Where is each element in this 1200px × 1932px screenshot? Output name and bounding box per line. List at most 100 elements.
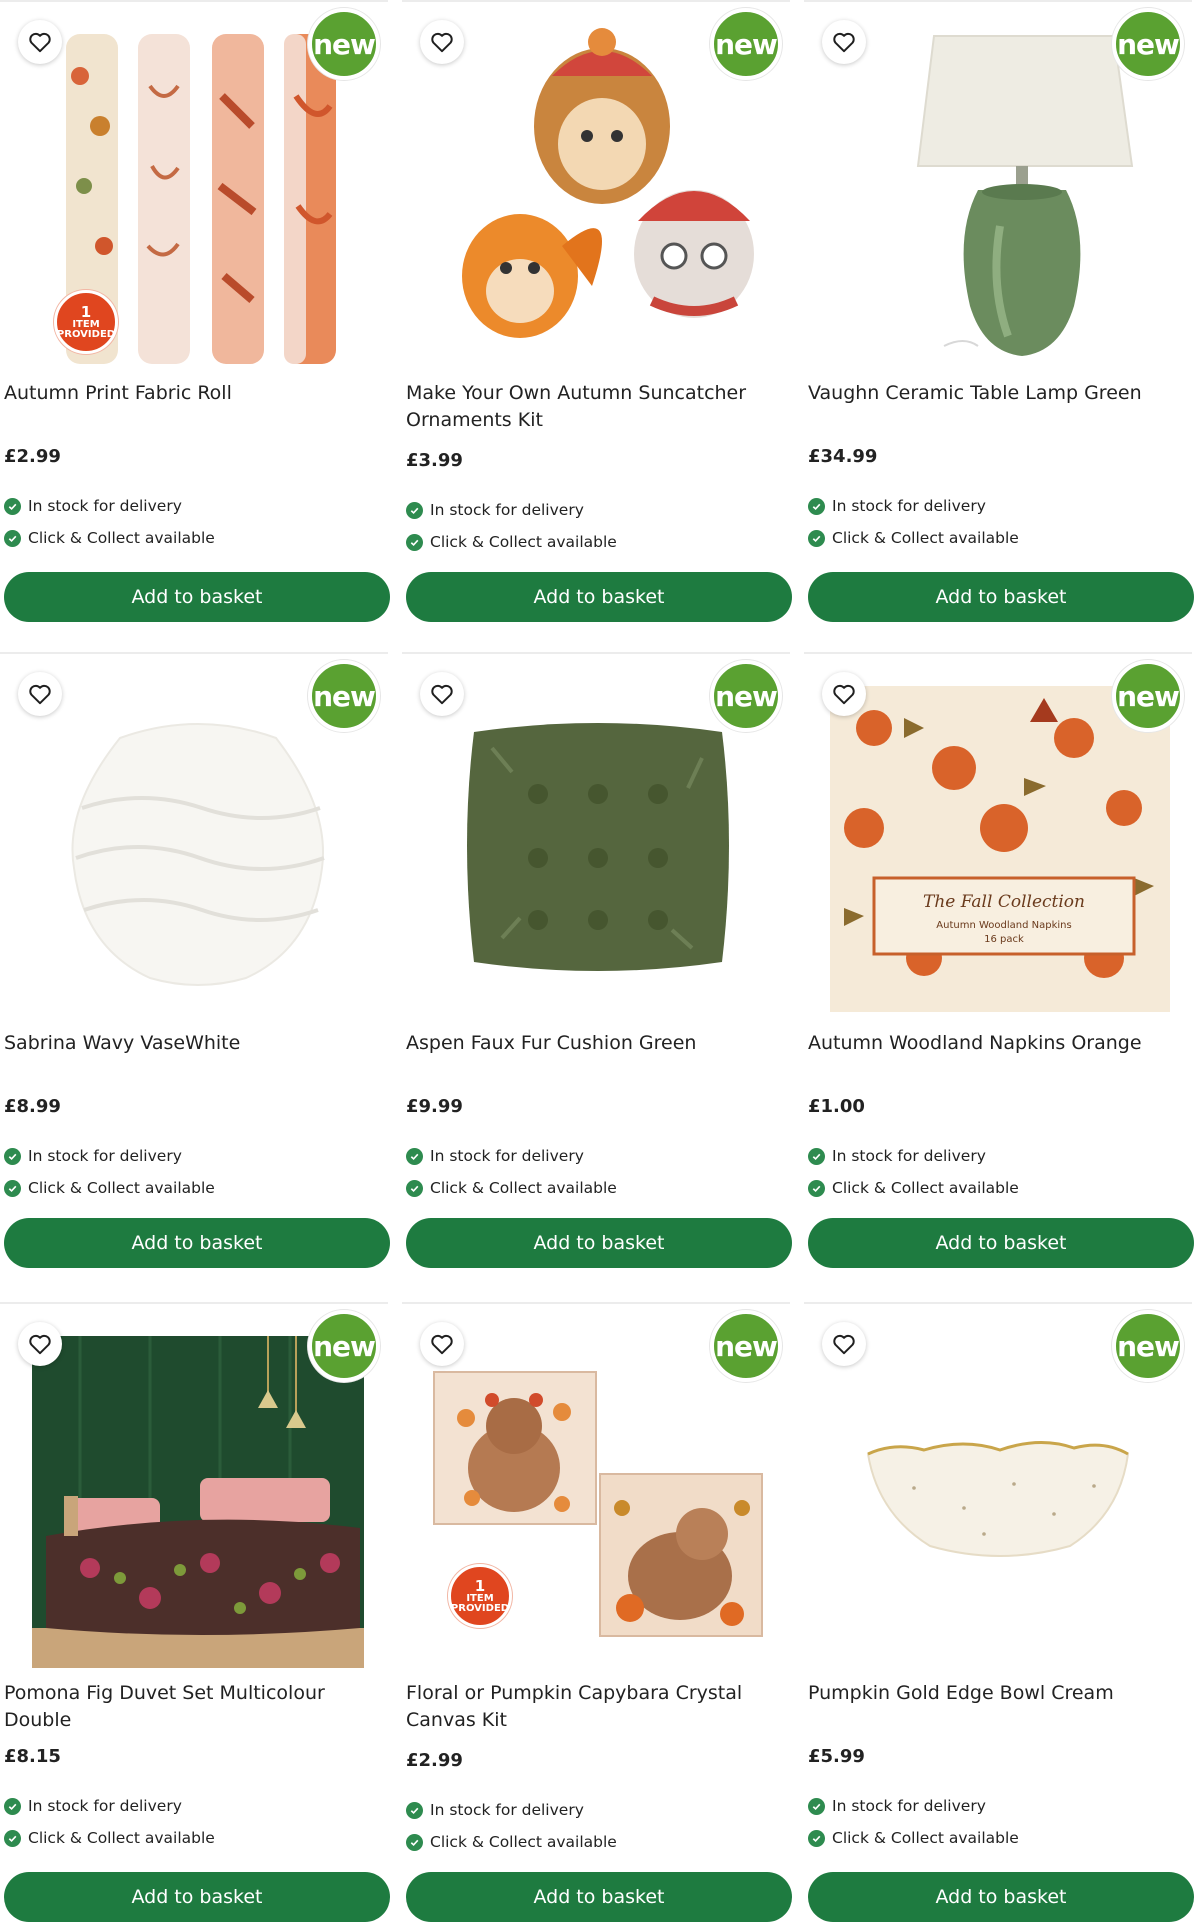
new-badge: new bbox=[308, 1310, 380, 1382]
add-to-basket-button[interactable]: Add to basket bbox=[406, 1218, 792, 1268]
add-to-basket-button[interactable]: Add to basket bbox=[808, 572, 1194, 622]
click-collect: Click & Collect available bbox=[406, 1833, 617, 1851]
add-to-basket-button[interactable]: Add to basket bbox=[808, 1218, 1194, 1268]
check-icon bbox=[4, 1179, 21, 1197]
wishlist-heart-icon[interactable] bbox=[420, 20, 464, 64]
product-name[interactable]: Aspen Faux Fur Cushion Green bbox=[406, 1030, 788, 1057]
check-icon bbox=[4, 1147, 21, 1165]
stock-delivery: In stock for delivery bbox=[406, 501, 584, 519]
product-name[interactable]: Make Your Own Autumn Suncatcher Ornament… bbox=[406, 380, 788, 434]
divider bbox=[804, 652, 1192, 654]
check-icon bbox=[406, 1801, 423, 1819]
check-icon bbox=[406, 1833, 423, 1851]
product-price: £9.99 bbox=[406, 1096, 463, 1117]
divider bbox=[0, 0, 388, 2]
check-icon bbox=[406, 1179, 423, 1197]
new-badge: new bbox=[308, 8, 380, 80]
add-to-basket-button[interactable]: Add to basket bbox=[406, 1872, 792, 1922]
check-icon bbox=[808, 497, 825, 515]
click-collect: Click & Collect available bbox=[406, 533, 617, 551]
stock-delivery: In stock for delivery bbox=[808, 1147, 986, 1165]
stock-delivery: In stock for delivery bbox=[4, 497, 182, 515]
product-card: 1 ITEM PROVIDED new Floral or Pumpkin Ca… bbox=[402, 1302, 792, 1932]
product-card: new Pomona Fig Duvet Set Multicolour Dou… bbox=[0, 1302, 390, 1932]
product-name[interactable]: Pumpkin Gold Edge Bowl Cream bbox=[808, 1680, 1190, 1707]
check-icon bbox=[808, 1797, 825, 1815]
product-price: £8.99 bbox=[4, 1096, 61, 1117]
divider bbox=[402, 1302, 790, 1304]
new-badge: new bbox=[710, 660, 782, 732]
product-name[interactable]: Sabrina Wavy VaseWhite bbox=[4, 1030, 386, 1057]
stock-delivery: In stock for delivery bbox=[808, 1797, 986, 1815]
product-card: The Fall Collection Autumn Woodland Napk… bbox=[804, 652, 1194, 1292]
check-icon bbox=[4, 497, 21, 515]
product-card: new Pumpkin Gold Edge Bowl Cream £5.99 I… bbox=[804, 1302, 1194, 1932]
divider bbox=[0, 652, 388, 654]
new-badge: new bbox=[710, 8, 782, 80]
divider bbox=[402, 0, 790, 2]
product-price: £2.99 bbox=[406, 1750, 463, 1771]
product-price: £1.00 bbox=[808, 1096, 865, 1117]
click-collect: Click & Collect available bbox=[406, 1179, 617, 1197]
product-card: new Make Your Own Autumn Suncatcher Orna… bbox=[402, 0, 792, 640]
check-icon bbox=[406, 533, 423, 551]
product-price: £2.99 bbox=[4, 446, 61, 467]
wishlist-heart-icon[interactable] bbox=[822, 672, 866, 716]
new-badge: new bbox=[308, 660, 380, 732]
product-name[interactable]: Autumn Print Fabric Roll bbox=[4, 380, 386, 407]
check-icon bbox=[4, 529, 21, 547]
product-name[interactable]: Pomona Fig Duvet Set Multicolour Double bbox=[4, 1680, 386, 1734]
check-icon bbox=[808, 1179, 825, 1197]
wishlist-heart-icon[interactable] bbox=[18, 20, 62, 64]
divider bbox=[804, 1302, 1192, 1304]
check-icon bbox=[4, 1829, 21, 1847]
product-price: £3.99 bbox=[406, 450, 463, 471]
check-icon bbox=[4, 1797, 21, 1815]
divider bbox=[402, 652, 790, 654]
new-badge: new bbox=[1112, 1310, 1184, 1382]
napkins-pack-title: The Fall Collection bbox=[923, 892, 1085, 912]
wishlist-heart-icon[interactable] bbox=[420, 672, 464, 716]
add-to-basket-button[interactable]: Add to basket bbox=[4, 572, 390, 622]
item-provided-badge: 1 ITEM PROVIDED bbox=[448, 1564, 512, 1628]
product-price: £8.15 bbox=[4, 1746, 61, 1767]
stock-delivery: In stock for delivery bbox=[406, 1801, 584, 1819]
add-to-basket-button[interactable]: Add to basket bbox=[4, 1872, 390, 1922]
stock-delivery: In stock for delivery bbox=[4, 1147, 182, 1165]
click-collect: Click & Collect available bbox=[808, 529, 1019, 547]
wishlist-heart-icon[interactable] bbox=[822, 1322, 866, 1366]
product-name[interactable]: Autumn Woodland Napkins Orange bbox=[808, 1030, 1190, 1057]
divider bbox=[804, 0, 1192, 2]
check-icon bbox=[406, 1147, 423, 1165]
product-card: new Sabrina Wavy VaseWhite £8.99 In stoc… bbox=[0, 652, 390, 1292]
add-to-basket-button[interactable]: Add to basket bbox=[808, 1872, 1194, 1922]
stock-delivery: In stock for delivery bbox=[808, 497, 986, 515]
click-collect: Click & Collect available bbox=[4, 529, 215, 547]
wishlist-heart-icon[interactable] bbox=[18, 672, 62, 716]
wishlist-heart-icon[interactable] bbox=[420, 1322, 464, 1366]
product-card: new Vaughn Ceramic Table Lamp Green £34.… bbox=[804, 0, 1194, 640]
product-card: 1 ITEM PROVIDED new Autumn Print Fabric … bbox=[0, 0, 390, 640]
check-icon bbox=[808, 529, 825, 547]
wishlist-heart-icon[interactable] bbox=[18, 1322, 62, 1366]
item-provided-badge: 1 ITEM PROVIDED bbox=[54, 290, 118, 354]
click-collect: Click & Collect available bbox=[4, 1179, 215, 1197]
napkins-pack-line2: 16 pack bbox=[984, 934, 1024, 945]
new-badge: new bbox=[710, 1310, 782, 1382]
check-icon bbox=[808, 1829, 825, 1847]
click-collect: Click & Collect available bbox=[808, 1829, 1019, 1847]
stock-delivery: In stock for delivery bbox=[406, 1147, 584, 1165]
napkins-pack-line1: Autumn Woodland Napkins bbox=[936, 920, 1071, 931]
new-badge: new bbox=[1112, 8, 1184, 80]
click-collect: Click & Collect available bbox=[4, 1829, 215, 1847]
product-name[interactable]: Vaughn Ceramic Table Lamp Green bbox=[808, 380, 1190, 407]
wishlist-heart-icon[interactable] bbox=[822, 20, 866, 64]
product-price: £34.99 bbox=[808, 446, 878, 467]
new-badge: new bbox=[1112, 660, 1184, 732]
add-to-basket-button[interactable]: Add to basket bbox=[406, 572, 792, 622]
divider bbox=[0, 1302, 388, 1304]
product-price: £5.99 bbox=[808, 1746, 865, 1767]
click-collect: Click & Collect available bbox=[808, 1179, 1019, 1197]
add-to-basket-button[interactable]: Add to basket bbox=[4, 1218, 390, 1268]
product-name[interactable]: Floral or Pumpkin Capybara Crystal Canva… bbox=[406, 1680, 788, 1734]
